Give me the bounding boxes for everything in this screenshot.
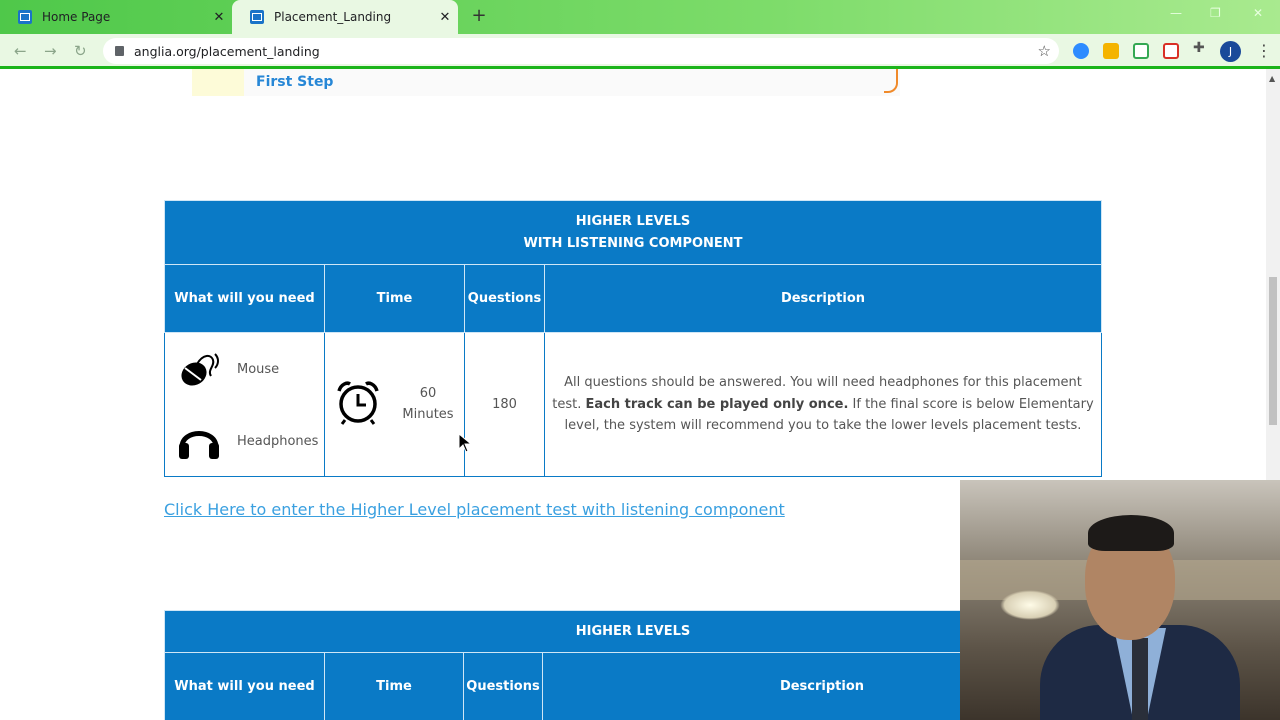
presenter	[1040, 510, 1240, 720]
lock-icon	[115, 46, 124, 56]
scrollbar-thumb[interactable]	[1269, 277, 1277, 425]
url-text: anglia.org/placement_landing	[134, 43, 320, 59]
header-what-you-need: What will you need	[164, 264, 325, 333]
time-unit: Minutes	[402, 407, 454, 422]
table-title-line1: HIGHER LEVELS	[575, 213, 691, 229]
back-icon[interactable]: ←	[14, 42, 27, 60]
zoom-extension-icon[interactable]	[1073, 43, 1089, 59]
header-time: Time	[324, 652, 464, 720]
header-what-you-need: What will you need	[164, 652, 325, 720]
close-tab-icon[interactable]: ✕	[432, 10, 458, 25]
description-bold: Each track can be played only once.	[585, 396, 849, 412]
presenter-tie	[1132, 638, 1148, 720]
tab-title: Home Page	[42, 10, 111, 24]
table-title: HIGHER LEVELS WITH LISTENING COMPONENT	[164, 200, 1102, 265]
close-window-icon[interactable]: ✕	[1253, 6, 1263, 20]
need-label: Headphones	[237, 433, 319, 449]
header-time: Time	[324, 264, 465, 333]
scroll-up-icon[interactable]: ▲	[1269, 74, 1275, 83]
minimize-icon[interactable]: —	[1170, 6, 1182, 20]
webcam-overlay	[960, 480, 1280, 720]
higher-levels-listening-table: HIGHER LEVELS WITH LISTENING COMPONENT W…	[164, 200, 1102, 477]
table-title-line2: WITH LISTENING COMPONENT	[523, 235, 743, 251]
enter-higher-level-listening-link[interactable]: Click Here to enter the Higher Level pla…	[164, 500, 785, 519]
mouse-icon	[181, 353, 219, 386]
site-favicon-icon	[18, 10, 32, 24]
profile-avatar[interactable]: J	[1220, 41, 1241, 62]
presenter-hair	[1088, 515, 1174, 551]
description-cell: All questions should be answered. You wi…	[544, 332, 1102, 477]
step-marker	[192, 69, 244, 96]
screencast-extension-icon[interactable]	[1133, 43, 1149, 59]
browser-menu-icon[interactable]: ⋮	[1256, 41, 1272, 60]
mouse-cursor-icon	[458, 433, 472, 453]
decorative-curve	[884, 69, 898, 93]
address-bar[interactable]: anglia.org/placement_landing ☆	[103, 38, 1059, 64]
tab-home-page[interactable]: Home Page ✕	[0, 0, 232, 34]
time-minutes-number: 60	[419, 386, 437, 401]
site-favicon-icon	[250, 10, 264, 24]
first-step-label: First Step	[256, 74, 334, 90]
tab-placement-landing[interactable]: Placement_Landing ✕	[232, 0, 458, 34]
need-mouse: Mouse	[177, 350, 279, 388]
need-headphones: Headphones	[177, 421, 318, 461]
bookmark-star-icon[interactable]: ☆	[1038, 42, 1051, 60]
header-description: Description	[544, 264, 1102, 333]
needs-cell: Mouse Headphones	[164, 332, 325, 477]
header-questions: Questions	[463, 652, 543, 720]
forward-icon[interactable]: →	[44, 42, 57, 60]
headphones-icon	[179, 431, 219, 459]
tab-bar: Home Page ✕ Placement_Landing ✕ + — ❐ ✕	[0, 0, 1280, 34]
need-label: Mouse	[237, 361, 280, 377]
header-questions: Questions	[464, 264, 545, 333]
extensions-puzzle-icon[interactable]: ✚	[1193, 40, 1209, 56]
pocket-extension-icon[interactable]	[1163, 43, 1179, 59]
classroom-extension-icon[interactable]	[1103, 43, 1119, 59]
time-cell: 60 Minutes	[324, 332, 465, 477]
first-step-banner: First Step	[192, 69, 900, 96]
new-tab-button[interactable]: +	[468, 6, 490, 28]
tab-title: Placement_Landing	[274, 10, 392, 24]
time-value: 60 Minutes	[401, 383, 455, 425]
reload-icon[interactable]: ↻	[74, 42, 87, 60]
alarm-clock-icon	[337, 381, 379, 425]
toolbar: ← → ↻ anglia.org/placement_landing ☆ ✚ J…	[0, 34, 1280, 68]
questions-count: 180	[464, 332, 545, 477]
restore-icon[interactable]: ❐	[1210, 6, 1221, 20]
close-tab-icon[interactable]: ✕	[206, 10, 232, 25]
